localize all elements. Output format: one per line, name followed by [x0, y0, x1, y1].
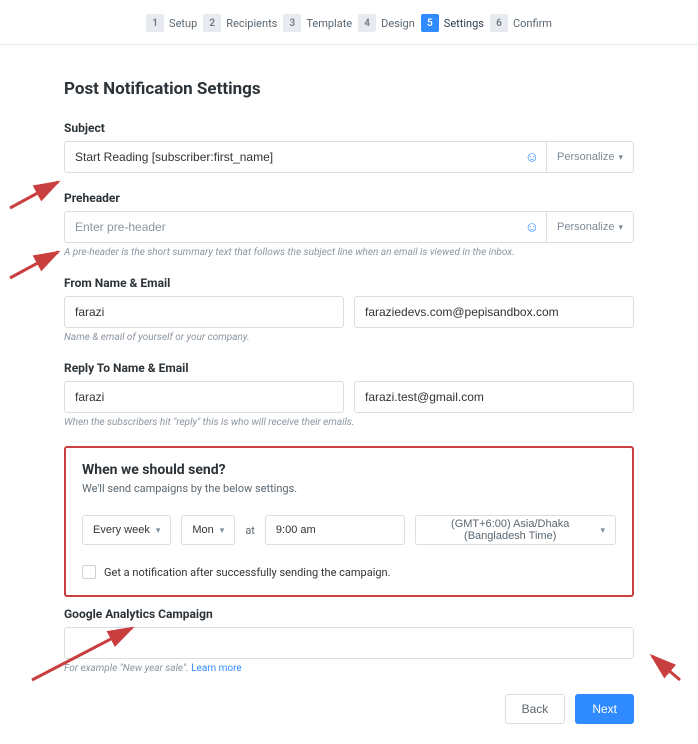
chevron-down-icon: ▾	[618, 222, 623, 233]
time-input[interactable]	[265, 515, 405, 545]
frequency-value: Every week	[93, 524, 150, 536]
subject-label: Subject	[64, 121, 634, 135]
footer-buttons: Back Next	[64, 694, 634, 724]
reply-email-input[interactable]	[354, 381, 634, 413]
back-button[interactable]: Back	[505, 694, 566, 724]
from-help: Name & email of yourself or your company…	[64, 332, 634, 343]
reply-name-input[interactable]	[64, 381, 344, 413]
emoji-icon[interactable]: ☺	[525, 219, 539, 236]
preheader-help: A pre-header is the short summary text t…	[64, 247, 634, 258]
at-label: at	[245, 524, 255, 537]
personalize-label: Personalize	[557, 151, 614, 163]
step-label: Settings	[444, 17, 484, 30]
day-select[interactable]: Mon ▾	[181, 515, 235, 545]
step-label: Recipients	[226, 17, 277, 30]
subject-group: Subject ☺ Personalize ▾	[64, 121, 634, 173]
ga-help: For example "New year sale". Learn more	[64, 663, 634, 674]
step-number: 2	[203, 14, 221, 32]
preheader-label: Preheader	[64, 191, 634, 205]
step-number: 6	[490, 14, 508, 32]
step-label: Setup	[169, 17, 197, 30]
step-label: Confirm	[513, 17, 552, 30]
chevron-down-icon: ▾	[156, 525, 161, 536]
timezone-value: (GMT+6:00) Asia/Dhaka (Bangladesh Time)	[426, 518, 595, 542]
step-number: 3	[283, 14, 301, 32]
step-setup[interactable]: 1 Setup	[146, 14, 197, 32]
step-design[interactable]: 4 Design	[358, 14, 415, 32]
preheader-group: Preheader ☺ Personalize ▾ A pre-header i…	[64, 191, 634, 258]
schedule-title: When we should send?	[82, 462, 616, 478]
ga-help-text: For example "New year sale".	[64, 663, 191, 674]
step-number: 4	[358, 14, 376, 32]
preheader-input[interactable]	[64, 211, 547, 243]
personalize-button[interactable]: Personalize ▾	[547, 211, 634, 243]
notify-row: Get a notification after successfully se…	[82, 565, 616, 579]
wizard-steps: 1 Setup 2 Recipients 3 Template 4 Design…	[0, 0, 698, 45]
from-name-input[interactable]	[64, 296, 344, 328]
step-recipients[interactable]: 2 Recipients	[203, 14, 277, 32]
caret-down-icon: ▾	[600, 525, 605, 536]
frequency-select[interactable]: Every week ▾	[82, 515, 171, 545]
reply-label: Reply To Name & Email	[64, 361, 634, 375]
page-title: Post Notification Settings	[64, 79, 634, 99]
step-settings[interactable]: 5 Settings	[421, 14, 484, 32]
step-label: Template	[306, 17, 352, 30]
chevron-down-icon: ▾	[618, 152, 623, 163]
step-number: 5	[421, 14, 439, 32]
notify-checkbox[interactable]	[82, 565, 96, 579]
next-button[interactable]: Next	[575, 694, 634, 724]
reply-group: Reply To Name & Email When the subscribe…	[64, 361, 634, 428]
day-value: Mon	[192, 524, 213, 536]
ga-label: Google Analytics Campaign	[64, 607, 634, 621]
subject-input[interactable]	[64, 141, 547, 173]
reply-help: When the subscribers hit "reply" this is…	[64, 417, 634, 428]
notify-label: Get a notification after successfully se…	[104, 566, 391, 579]
personalize-button[interactable]: Personalize ▾	[547, 141, 634, 173]
step-label: Design	[381, 17, 415, 30]
schedule-box: When we should send? We'll send campaign…	[64, 446, 634, 597]
step-template[interactable]: 3 Template	[283, 14, 352, 32]
learn-more-link[interactable]: Learn more	[191, 663, 242, 674]
from-group: From Name & Email Name & email of yourse…	[64, 276, 634, 343]
form-container: Post Notification Settings Subject ☺ Per…	[0, 45, 698, 744]
from-email-input[interactable]	[354, 296, 634, 328]
chevron-down-icon: ▾	[220, 525, 225, 536]
emoji-icon[interactable]: ☺	[525, 149, 539, 166]
step-number: 1	[146, 14, 164, 32]
schedule-desc: We'll send campaigns by the below settin…	[82, 482, 616, 495]
ga-group: Google Analytics Campaign For example "N…	[64, 607, 634, 674]
from-label: From Name & Email	[64, 276, 634, 290]
step-confirm[interactable]: 6 Confirm	[490, 14, 552, 32]
timezone-select[interactable]: (GMT+6:00) Asia/Dhaka (Bangladesh Time) …	[415, 515, 616, 545]
personalize-label: Personalize	[557, 221, 614, 233]
ga-input[interactable]	[64, 627, 634, 659]
